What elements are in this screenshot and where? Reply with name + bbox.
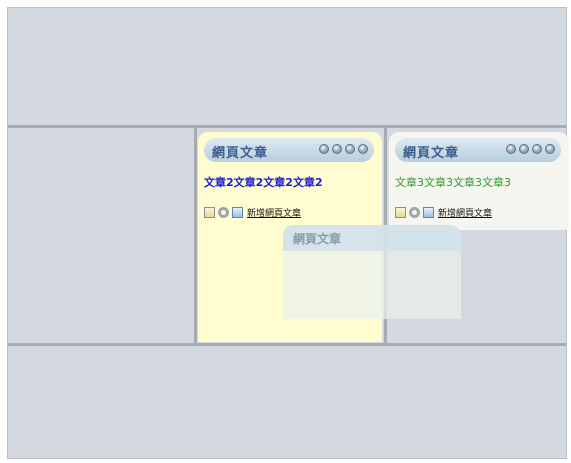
widget-content: 文章2文章2文章2文章2 xyxy=(204,176,323,189)
edit-icon[interactable] xyxy=(395,207,406,218)
widget-actions: 新增網頁文章 xyxy=(204,206,301,219)
article-widget-3[interactable]: 網頁文章 文章3文章3文章3文章3 新增網頁文章 xyxy=(389,132,569,230)
drag-ghost-header[interactable]: 網頁文章 xyxy=(283,225,461,251)
minimize-button[interactable] xyxy=(332,144,342,154)
doc-icon xyxy=(423,207,434,218)
widget-controls xyxy=(319,144,368,154)
widget-controls xyxy=(506,144,555,154)
collapse-button[interactable] xyxy=(506,144,516,154)
drag-ghost-widget[interactable]: 網頁文章 xyxy=(283,225,461,319)
widget-actions: 新增網頁文章 xyxy=(395,206,492,219)
maximize-button[interactable] xyxy=(532,144,542,154)
edit-icon[interactable] xyxy=(204,207,215,218)
widget-title: 網頁文章 xyxy=(212,146,269,161)
widget-content: 文章3文章3文章3文章3 xyxy=(395,176,511,189)
widget-header[interactable]: 網頁文章 xyxy=(204,138,374,162)
column-divider-left[interactable] xyxy=(194,128,197,343)
gear-icon[interactable] xyxy=(218,207,229,218)
drag-ghost-title: 網頁文章 xyxy=(293,232,342,246)
widget-title: 網頁文章 xyxy=(403,146,460,161)
close-button[interactable] xyxy=(358,144,368,154)
doc-icon xyxy=(232,207,243,218)
new-article-link[interactable]: 新增網頁文章 xyxy=(438,206,492,219)
widget-header[interactable]: 網頁文章 xyxy=(395,138,561,162)
gear-icon[interactable] xyxy=(409,207,420,218)
new-article-link[interactable]: 新增網頁文章 xyxy=(247,206,301,219)
maximize-button[interactable] xyxy=(345,144,355,154)
minimize-button[interactable] xyxy=(519,144,529,154)
collapse-button[interactable] xyxy=(319,144,329,154)
close-button[interactable] xyxy=(545,144,555,154)
row-divider-top[interactable] xyxy=(8,125,566,128)
row-divider-bottom[interactable] xyxy=(8,343,566,346)
